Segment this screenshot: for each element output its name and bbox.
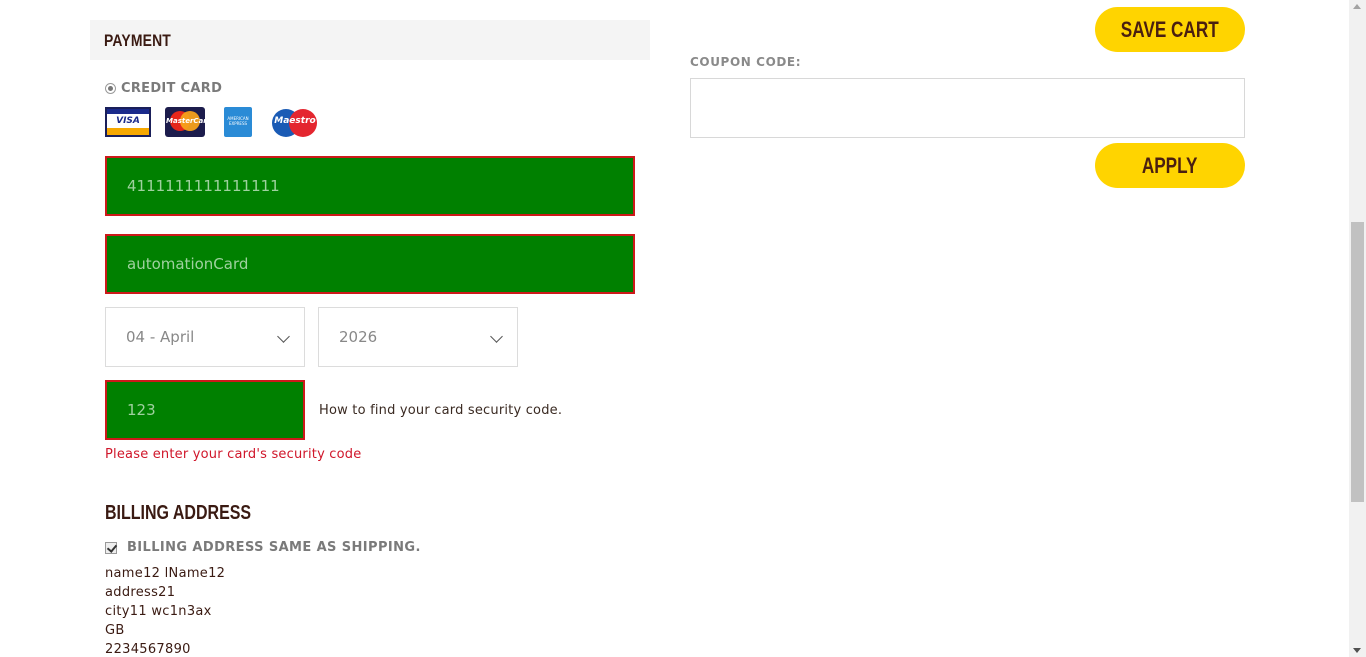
billing-same-as-shipping[interactable]: BILLING ADDRESS SAME AS SHIPPING. [105, 540, 421, 555]
scroll-up-icon[interactable] [1353, 4, 1361, 9]
expiry-month-select[interactable]: 04 - April [105, 307, 305, 367]
apply-coupon-button[interactable]: APPLY [1095, 143, 1245, 188]
address-line1: address21 [105, 585, 176, 600]
maestro-logo[interactable]: Maestro [272, 107, 318, 137]
cvv-input[interactable]: 123 [105, 380, 305, 440]
cvv-help-link[interactable]: How to find your card security code. [319, 403, 562, 418]
card-number-value: 4111111111111111 [127, 177, 280, 195]
address-name: name12 lName12 [105, 566, 226, 581]
cvv-error-message: Please enter your card's security code [105, 447, 362, 462]
payment-title: PAYMENT [104, 31, 171, 50]
chevron-down-icon [277, 330, 290, 343]
scroll-down-icon[interactable] [1353, 648, 1361, 653]
credit-card-option[interactable]: CREDIT CARD [105, 81, 222, 96]
coupon-code-label: COUPON CODE: [690, 55, 802, 69]
cvv-value: 123 [127, 401, 156, 419]
mastercard-logo[interactable]: MasterCard [165, 107, 205, 137]
save-cart-button[interactable]: SAVE CART [1095, 7, 1245, 52]
scrollbar-thumb[interactable] [1351, 222, 1364, 502]
expiry-year-select[interactable]: 2026 [318, 307, 518, 367]
coupon-code-input[interactable] [690, 78, 1245, 138]
payment-section-header: PAYMENT [90, 20, 650, 60]
credit-card-radio[interactable] [105, 83, 116, 94]
card-number-input[interactable]: 4111111111111111 [105, 156, 635, 216]
address-country: GB [105, 623, 125, 638]
visa-logo[interactable]: VISA [105, 107, 151, 137]
expiry-year-value: 2026 [339, 328, 378, 346]
card-name-input[interactable]: automationCard [105, 234, 635, 294]
billing-same-label: BILLING ADDRESS SAME AS SHIPPING. [127, 540, 421, 555]
expiry-month-value: 04 - April [126, 328, 195, 346]
billing-same-checkbox[interactable] [105, 541, 117, 554]
address-city-postcode: city11 wc1n3ax [105, 604, 212, 619]
billing-address-block: name12 lName12 address21 city11 wc1n3ax … [105, 564, 225, 657]
page-scrollbar[interactable] [1349, 0, 1366, 657]
credit-card-label: CREDIT CARD [121, 81, 223, 96]
amex-logo[interactable]: AMERICAN EXPRESS [224, 107, 252, 137]
chevron-down-icon [490, 330, 503, 343]
billing-address-title: BILLING ADDRESS [105, 502, 252, 524]
card-name-value: automationCard [127, 255, 249, 273]
address-phone: 2234567890 [105, 642, 191, 657]
